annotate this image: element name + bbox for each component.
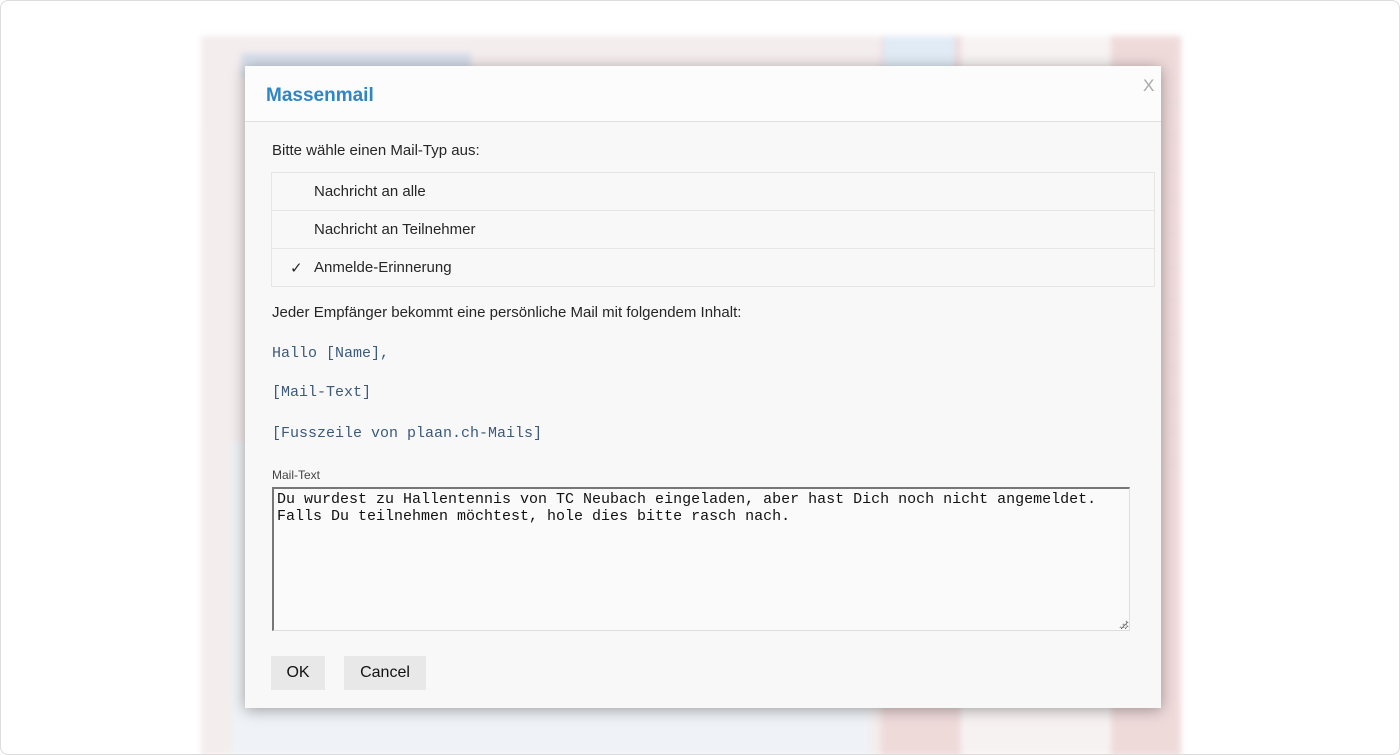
close-icon[interactable]: X: [1143, 76, 1154, 96]
dialog-header: Massenmail X: [245, 66, 1161, 122]
mail-text-label: Mail-Text: [272, 468, 321, 482]
cancel-button[interactable]: Cancel: [344, 656, 426, 690]
preview-greeting: Hallo [Name],: [272, 345, 390, 362]
ok-button[interactable]: OK: [271, 656, 325, 690]
screen-frame: Massenmail X Bitte wähle einen Mail-Typ …: [0, 0, 1400, 755]
recipient-info: Jeder Empfänger bekommt eine persönliche…: [272, 304, 742, 321]
mail-type-label: Nachricht an Teilnehmer: [314, 221, 476, 238]
checkmark-icon: ✓: [290, 260, 303, 277]
mail-type-label: Nachricht an alle: [314, 183, 426, 200]
mail-text-input[interactable]: Du wurdest zu Hallentennis von TC Neubac…: [272, 487, 1130, 631]
preview-footer: [Fusszeile von plaan.ch-Mails]: [272, 425, 543, 442]
preview-body: [Mail-Text]: [272, 384, 372, 401]
mail-type-label: Anmelde-Erinnerung: [314, 259, 452, 276]
mass-mail-dialog: Massenmail X Bitte wähle einen Mail-Typ …: [245, 66, 1161, 708]
mail-type-list: Nachricht an alle Nachricht an Teilnehme…: [271, 172, 1155, 287]
dialog-title: Massenmail: [266, 85, 374, 106]
mail-type-option-reminder[interactable]: ✓ Anmelde-Erinnerung: [272, 248, 1154, 286]
mail-type-option-participants[interactable]: Nachricht an Teilnehmer: [272, 210, 1154, 248]
mail-type-prompt: Bitte wähle einen Mail-Typ aus:: [272, 142, 480, 159]
mail-type-option-all[interactable]: Nachricht an alle: [272, 173, 1154, 210]
